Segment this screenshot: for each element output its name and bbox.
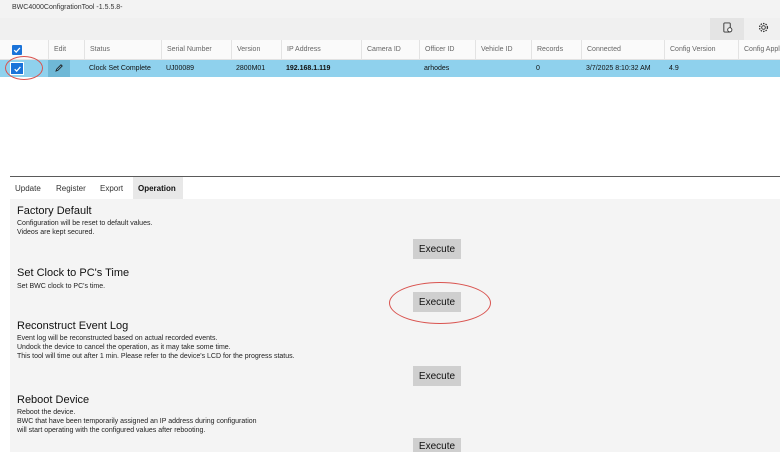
cell-officer-id: arhodes — [424, 65, 450, 72]
column-header-connected[interactable]: Connected — [581, 40, 664, 59]
set-clock-description: Set BWC clock to PC's time. — [17, 282, 105, 291]
edit-button[interactable] — [48, 60, 70, 77]
factory-default-description: Configuration will be reset to default v… — [17, 219, 152, 237]
cell-records: 0 — [536, 65, 540, 72]
tab-register[interactable]: Register — [51, 177, 93, 199]
window-title: BWC4000ConfigrationTool -1.5.5.8- — [12, 4, 123, 11]
reboot-device-line-3: will start operating with the configured… — [17, 427, 206, 434]
column-header-config-version[interactable]: Config Version — [664, 40, 738, 59]
cell-status: Clock Set Complete — [89, 65, 151, 72]
cell-camera-id — [361, 60, 419, 77]
reconstruct-event-log-title: Reconstruct Event Log — [17, 320, 129, 332]
reconstruct-event-log-line-2: Undock the device to cancel the operatio… — [17, 344, 231, 351]
reconstruct-event-log-execute-button[interactable]: Execute — [413, 366, 461, 386]
gear-icon — [758, 20, 769, 38]
reboot-device-title: Reboot Device — [17, 394, 90, 406]
set-clock-title: Set Clock to PC's Time — [17, 267, 130, 279]
annotation-circle-checkbox — [5, 56, 43, 80]
reconstruct-event-log-description: Event log will be reconstructed based on… — [17, 334, 295, 361]
tab-update[interactable]: Update — [10, 177, 48, 199]
title-bar: BWC4000ConfigrationTool -1.5.5.8- — [0, 0, 780, 18]
reboot-device-line-1: Reboot the device. — [17, 409, 76, 416]
cell-config-version: 4.9 — [669, 65, 679, 72]
tab-export[interactable]: Export — [95, 177, 131, 199]
column-header-status[interactable]: Status — [84, 40, 161, 59]
reboot-device-execute-button[interactable]: Execute — [413, 438, 461, 452]
table-row[interactable]: Clock Set Complete UJ00089 2800M01 192.1… — [0, 60, 780, 77]
column-header-vehicle-id[interactable]: Vehicle ID — [475, 40, 531, 59]
pencil-icon — [54, 63, 64, 75]
reconstruct-event-log-line-1: Event log will be reconstructed based on… — [17, 335, 218, 342]
cell-ip-address: 192.168.1.119 — [286, 65, 331, 72]
column-header-ip-address[interactable]: IP Address — [281, 40, 361, 59]
cell-connected: 3/7/2025 8:10:32 AM — [586, 65, 651, 72]
tab-operation[interactable]: Operation — [133, 177, 183, 199]
grid-header: Edit Status Serial Number Version IP Add… — [0, 40, 780, 60]
column-header-camera-id[interactable]: Camera ID — [361, 40, 419, 59]
column-header-records[interactable]: Records — [531, 40, 581, 59]
device-settings-button[interactable] — [710, 18, 744, 40]
device-settings-icon — [722, 20, 733, 38]
reboot-device-description: Reboot the device. BWC that have been te… — [17, 408, 257, 435]
cell-version: 2800M01 — [236, 65, 266, 72]
factory-default-title: Factory Default — [17, 205, 92, 217]
settings-button[interactable] — [746, 18, 780, 40]
cell-vehicle-id — [475, 60, 531, 77]
cell-serial-number: UJ00089 — [166, 65, 195, 72]
device-grid: Edit Status Serial Number Version IP Add… — [0, 40, 780, 77]
factory-default-execute-button[interactable]: Execute — [413, 239, 461, 259]
reboot-device-line-2: BWC that have been temporarily assigned … — [17, 418, 257, 425]
toolbar — [0, 18, 780, 40]
factory-default-line-1: Configuration will be reset to default v… — [17, 220, 153, 227]
reconstruct-event-log-line-3: This tool will time out after 1 min. Ple… — [17, 353, 295, 360]
column-header-officer-id[interactable]: Officer ID — [419, 40, 475, 59]
annotation-circle-execute — [389, 282, 491, 324]
cell-config-appl — [738, 60, 780, 77]
column-header-edit[interactable]: Edit — [48, 40, 84, 59]
set-clock-line-1: Set BWC clock to PC's time. — [17, 283, 106, 290]
operation-panel: Factory Default Configuration will be re… — [10, 199, 780, 452]
factory-default-line-2: Videos are kept secured. — [17, 229, 95, 236]
column-header-serial-number[interactable]: Serial Number — [161, 40, 231, 59]
column-header-config-appl[interactable]: Config Appl — [738, 40, 780, 59]
column-header-version[interactable]: Version — [231, 40, 281, 59]
